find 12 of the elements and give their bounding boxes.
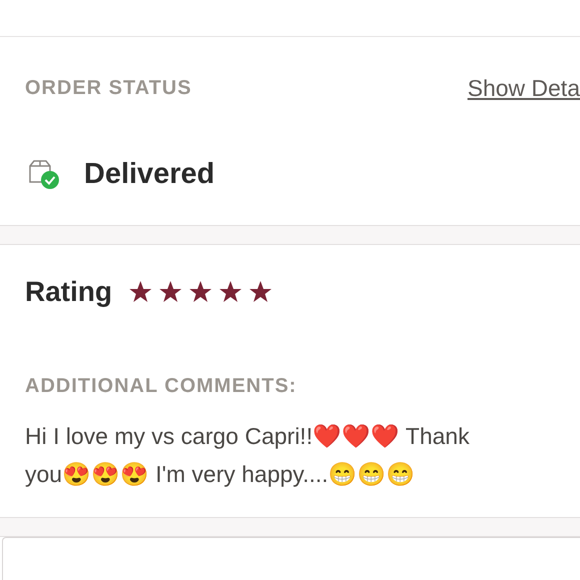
section-heading: ADDITIONAL COMMENTS: bbox=[25, 375, 297, 398]
show-details-link[interactable]: Show Deta bbox=[467, 70, 580, 106]
section-heading: ORDER STATUS bbox=[25, 76, 192, 102]
comment-text: Hi I love my vs cargo Capri!!❤❤❤ Thank you😍😍😍 I'm very happy....😁😁😁 bbox=[24, 422, 470, 490]
star-icon bbox=[158, 280, 184, 304]
star-icon bbox=[248, 280, 274, 304]
star-icon bbox=[188, 280, 214, 304]
rating-label: Rating bbox=[25, 275, 112, 310]
star-icon bbox=[218, 280, 244, 304]
delivery-status: Delivered bbox=[84, 157, 215, 192]
star-icon bbox=[128, 280, 154, 304]
delivered-box-icon bbox=[28, 160, 62, 190]
